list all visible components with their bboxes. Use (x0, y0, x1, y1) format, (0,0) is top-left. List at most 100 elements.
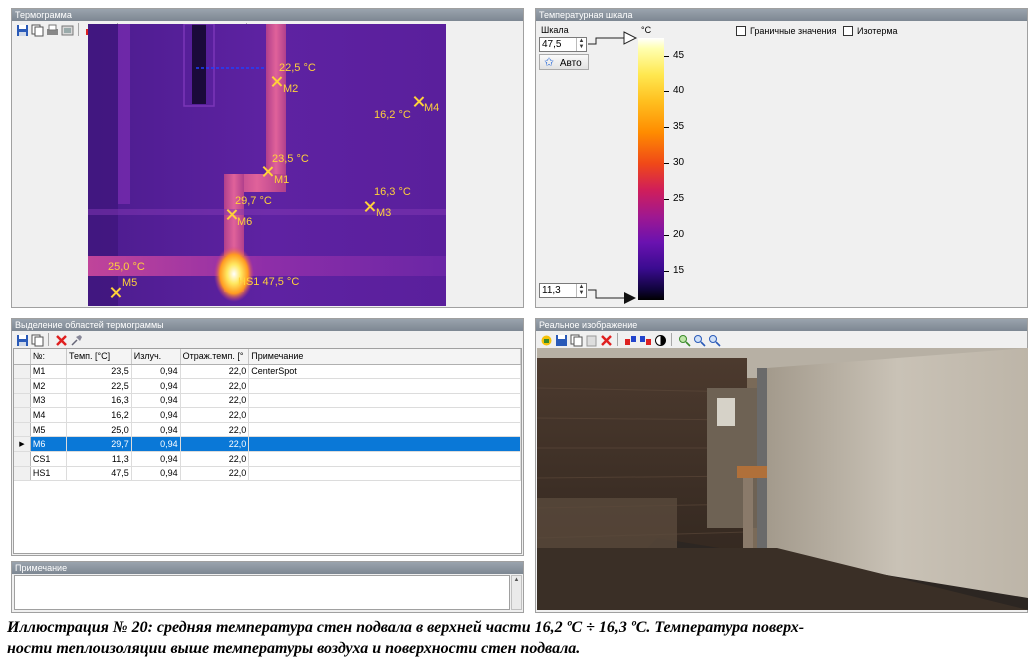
cell-emissivity[interactable]: 0,94 (131, 407, 181, 423)
cell-temp[interactable]: 47,5 (66, 466, 132, 482)
spin-arrows-icon[interactable]: ▲ ▼ (576, 284, 586, 297)
cell-emissivity[interactable]: 0,94 (131, 451, 181, 467)
open-icon[interactable] (539, 333, 552, 346)
row-selector[interactable] (14, 364, 31, 380)
table-row[interactable]: M3 16,3 0,94 22,0 (14, 393, 521, 409)
zoom-out-icon[interactable] (707, 333, 721, 347)
cell-reflected-temp[interactable]: 22,0 (180, 422, 250, 438)
table-row[interactable]: ▶ M6 29,7 0,94 22,0 (14, 436, 521, 453)
cell-note[interactable] (248, 466, 521, 482)
cell-temp[interactable]: 25,0 (66, 422, 132, 438)
copy-icon[interactable] (30, 333, 44, 346)
delete-icon[interactable] (54, 333, 67, 346)
cell-emissivity[interactable]: 0,94 (131, 364, 181, 380)
row-selector[interactable] (14, 451, 31, 467)
column-header[interactable]: Отраж.темп. [° (180, 349, 250, 365)
cell-reflected-temp[interactable]: 22,0 (180, 436, 250, 453)
scale-max-input[interactable]: 47,5 ▲ ▼ (539, 37, 587, 52)
cell-emissivity[interactable]: 0,94 (131, 466, 181, 482)
cell-id[interactable]: M3 (30, 393, 68, 409)
checkbox-box[interactable] (736, 26, 746, 36)
boundary-values-checkbox[interactable]: Граничные значения (736, 26, 836, 37)
auto-button[interactable]: ✩ Авто (539, 54, 589, 70)
cell-emissivity[interactable]: 0,94 (131, 393, 181, 409)
paste-icon[interactable] (584, 333, 597, 346)
row-selector[interactable] (14, 378, 31, 394)
copy-icon[interactable] (30, 23, 44, 36)
cell-reflected-temp[interactable]: 22,0 (180, 451, 250, 467)
isotherm-checkbox[interactable]: Изотерма (843, 26, 898, 37)
cell-emissivity[interactable]: 0,94 (131, 378, 181, 394)
regions-table[interactable]: №: Темп. [°C] Излуч. Отраж.темп. [° Прим… (13, 348, 522, 554)
thermal-image[interactable]: 22,5 °C M2 16,2 °C M4 23,5 °C M1 16,3 °C… (88, 24, 446, 306)
cell-temp[interactable]: 16,3 (66, 393, 132, 409)
checkbox-box[interactable] (843, 26, 853, 36)
row-selector[interactable] (14, 466, 31, 482)
cell-reflected-temp[interactable]: 22,0 (180, 364, 250, 380)
rotate-right-icon[interactable] (638, 333, 651, 346)
column-header[interactable]: №: (30, 349, 68, 365)
zoom-in-icon[interactable] (692, 333, 706, 347)
cell-reflected-temp[interactable]: 22,0 (180, 378, 250, 394)
cell-note[interactable] (248, 422, 521, 438)
notes-textarea[interactable] (14, 575, 510, 610)
export-icon[interactable] (60, 23, 74, 36)
cell-note[interactable] (248, 393, 521, 409)
row-selector[interactable] (14, 393, 31, 409)
marker-hs1-label: HS1 47,5 °C (238, 276, 300, 288)
scale-tick-label: 45 (673, 50, 685, 61)
cell-id[interactable]: M5 (30, 422, 68, 438)
save-icon[interactable] (554, 333, 567, 346)
scale-pointers (588, 31, 638, 304)
cell-reflected-temp[interactable]: 22,0 (180, 393, 250, 409)
cell-note[interactable] (248, 378, 521, 394)
cell-id[interactable]: M4 (30, 407, 68, 423)
save-icon[interactable] (15, 23, 28, 36)
table-row[interactable]: CS1 11,3 0,94 22,0 (14, 451, 521, 467)
cell-id[interactable]: M6 (30, 436, 68, 453)
scale-min-input[interactable]: 11,3 ▲ ▼ (539, 283, 587, 298)
cell-temp[interactable]: 29,7 (66, 436, 132, 453)
copy-icon[interactable] (569, 333, 583, 346)
cell-id[interactable]: CS1 (30, 451, 68, 467)
column-header[interactable]: Примечание (248, 349, 521, 365)
row-selector[interactable]: ▶ (14, 436, 31, 453)
cell-note[interactable]: CenterSpot (248, 364, 521, 380)
save-icon[interactable] (15, 333, 28, 346)
boundary-values-label: Граничные значения (750, 26, 837, 36)
cell-id[interactable]: HS1 (30, 466, 68, 482)
table-row[interactable]: M2 22,5 0,94 22,0 (14, 378, 521, 394)
column-header[interactable]: Излуч. (131, 349, 181, 365)
cell-id[interactable]: M2 (30, 378, 68, 394)
cell-note[interactable] (248, 407, 521, 423)
cell-temp[interactable]: 11,3 (66, 451, 132, 467)
cell-temp[interactable]: 23,5 (66, 364, 132, 380)
cell-emissivity[interactable]: 0,94 (131, 422, 181, 438)
table-row[interactable]: M4 16,2 0,94 22,0 (14, 407, 521, 423)
cell-note[interactable] (248, 451, 521, 467)
print-icon[interactable] (45, 23, 58, 36)
table-row[interactable]: HS1 47,5 0,94 22,0 (14, 466, 521, 482)
cell-reflected-temp[interactable]: 22,0 (180, 407, 250, 423)
scale-tick-label: 30 (673, 157, 685, 168)
table-row[interactable]: M5 25,0 0,94 22,0 (14, 422, 521, 438)
contrast-icon[interactable] (653, 333, 666, 346)
table-row[interactable]: M1 23,5 0,94 22,0 CenterSpot (14, 364, 521, 380)
column-header[interactable]: Темп. [°C] (66, 349, 132, 365)
row-selector[interactable] (14, 407, 31, 423)
spin-arrows-icon[interactable]: ▲ ▼ (576, 38, 586, 51)
cell-temp[interactable]: 22,5 (66, 378, 132, 394)
delete-icon[interactable] (599, 333, 612, 346)
cell-temp[interactable]: 16,2 (66, 407, 132, 423)
cell-reflected-temp[interactable]: 22,0 (180, 466, 250, 482)
notes-scrollbar[interactable]: ▲ (511, 575, 522, 610)
zoom-icon[interactable] (677, 333, 691, 347)
row-selector[interactable] (14, 422, 31, 438)
min-pointer-icon (624, 292, 636, 304)
basement-photo (537, 348, 1028, 610)
pin-icon[interactable] (69, 333, 82, 346)
cell-note[interactable] (248, 436, 521, 453)
cell-emissivity[interactable]: 0,94 (131, 436, 181, 453)
cell-id[interactable]: M1 (30, 364, 68, 380)
rotate-left-icon[interactable] (623, 333, 636, 346)
